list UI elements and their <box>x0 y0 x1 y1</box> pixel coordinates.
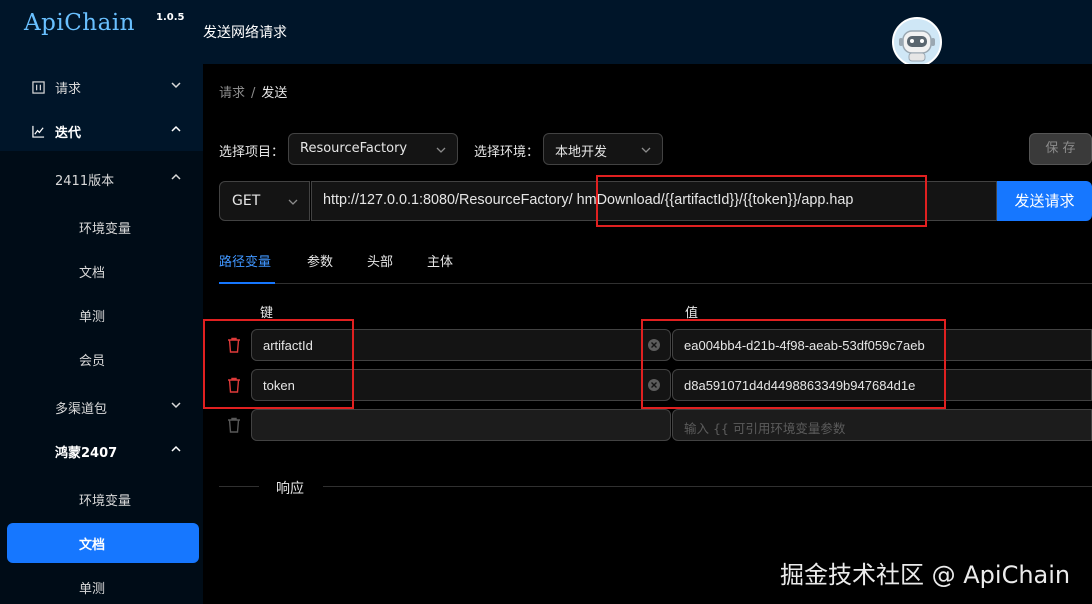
sidebar-item-unit-test[interactable]: 单测 <box>0 567 203 604</box>
env-select[interactable]: 本地开发 <box>543 133 663 165</box>
app-version: 1.0.5 <box>156 12 185 23</box>
value-input-placeholder: 输入 {{ 可引用环境变量参数 <box>684 421 846 436</box>
method-select[interactable]: GET <box>219 181 310 221</box>
project-select[interactable]: ResourceFactory <box>288 133 458 165</box>
highlight-box-keys <box>203 319 354 409</box>
chevron-down-icon <box>641 147 651 153</box>
sidebar-group-harmony[interactable]: 鸿蒙2407 <box>0 431 203 471</box>
highlight-box-values <box>641 319 946 409</box>
breadcrumb-current: 发送 <box>261 86 288 101</box>
chevron-down-icon <box>288 199 298 205</box>
sidebar-item-env-vars[interactable]: 环境变量 <box>0 479 203 519</box>
sidebar-item-iteration[interactable]: 迭代 <box>0 111 203 151</box>
sidebar-item-label: 迭代 <box>55 126 82 141</box>
tab-active-indicator <box>219 282 275 284</box>
tab-body[interactable]: 主体 <box>427 251 453 270</box>
sidebar-item-label: 环境变量 <box>79 222 132 237</box>
chevron-down-icon <box>171 402 181 409</box>
app-header: ApiChain 1.0.5 发送网络请求 <box>0 0 1092 67</box>
tab-path-variables[interactable]: 路径变量 <box>219 251 271 270</box>
sidebar-item-label: 文档 <box>79 266 106 281</box>
sidebar-item-label: 请求 <box>55 82 82 97</box>
sidebar-item-docs[interactable]: 文档 <box>0 251 203 291</box>
sidebar-group-label: 多渠道包 <box>55 402 108 417</box>
response-divider <box>323 486 1092 487</box>
chevron-up-icon <box>171 125 181 132</box>
response-divider <box>219 486 259 487</box>
sidebar-item-label: 会员 <box>79 354 106 369</box>
sidebar-item-label: 单测 <box>79 310 106 325</box>
avatar[interactable] <box>892 17 942 67</box>
sidebar-item-docs-selected[interactable]: 文档 <box>0 523 203 563</box>
project-select-value: ResourceFactory <box>300 141 408 156</box>
chevron-down-icon <box>436 147 446 153</box>
sidebar-item-unit-test[interactable]: 单测 <box>0 295 203 335</box>
chevron-up-icon <box>171 445 181 452</box>
sidebar-item-env-vars[interactable]: 环境变量 <box>0 207 203 247</box>
tab-headers[interactable]: 头部 <box>367 251 393 270</box>
sidebar-item-request[interactable]: 请求 <box>0 67 203 107</box>
sidebar-item-member[interactable]: 会员 <box>0 339 203 379</box>
page-title: 发送网络请求 <box>203 25 287 41</box>
response-title: 响应 <box>276 481 304 497</box>
breadcrumb-separator: / <box>251 86 256 101</box>
value-input-empty[interactable]: 输入 {{ 可引用环境变量参数 <box>672 409 1092 441</box>
sidebar-item-label: 环境变量 <box>79 494 132 509</box>
chevron-up-icon <box>171 173 181 180</box>
sidebar-group-2411[interactable]: 2411版本 <box>0 159 203 199</box>
delete-icon-disabled <box>228 417 240 433</box>
highlight-box-url-path <box>596 175 927 227</box>
send-request-button[interactable]: 发送请求 <box>997 181 1092 221</box>
sidebar-group-multichannel[interactable]: 多渠道包 <box>0 387 203 427</box>
key-input-empty[interactable] <box>251 409 671 441</box>
sidebar-item-label: 单测 <box>79 582 106 597</box>
env-select-value: 本地开发 <box>555 145 608 160</box>
tabs-divider <box>219 283 1092 284</box>
method-value: GET <box>232 193 261 209</box>
sidebar-group-label: 2411版本 <box>55 174 115 189</box>
breadcrumb-link[interactable]: 请求 <box>219 86 245 101</box>
watermark: 掘金技术社区 @ ApiChain <box>780 561 1071 589</box>
chevron-down-icon <box>171 82 181 89</box>
line-chart-icon <box>32 125 45 138</box>
project-label: 选择项目： <box>219 145 285 160</box>
sidebar: 请求 迭代 2411版本 环境变量 文档 单测 会员 多渠道包 鸿蒙2407 环… <box>0 64 203 604</box>
layout-icon <box>32 81 45 94</box>
app-logo[interactable]: ApiChain <box>24 10 135 36</box>
url-prefix: http://127.0.0.1:8080/ResourceFactory/ <box>323 192 573 208</box>
sidebar-group-label: 鸿蒙2407 <box>55 446 118 461</box>
sidebar-item-label: 文档 <box>79 538 106 553</box>
robot-avatar-icon <box>899 30 935 62</box>
env-label: 选择环境： <box>474 145 540 160</box>
tab-params[interactable]: 参数 <box>307 251 333 270</box>
breadcrumb: 请求 / 发送 <box>219 82 287 101</box>
save-button[interactable]: 保 存 <box>1029 133 1092 165</box>
